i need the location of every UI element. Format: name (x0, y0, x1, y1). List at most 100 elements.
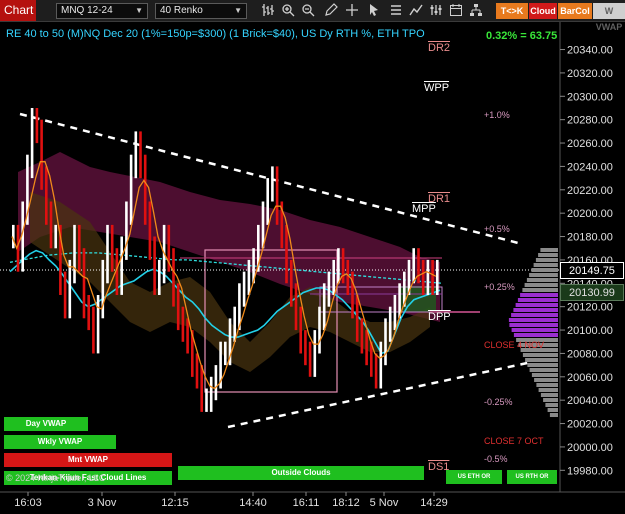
renko-brick (158, 259, 161, 295)
renko-brick (172, 248, 175, 307)
pct-level-plus-025: +0.25% (484, 282, 515, 292)
volume-profile (508, 248, 558, 417)
renko-brick (82, 248, 86, 319)
renko-brick (143, 154, 147, 225)
chart-title: RE 40 to 50 (M)NQ Dec 20 (1%=150p=$300) … (6, 28, 425, 40)
list-icon[interactable] (388, 3, 404, 19)
renko-brick (110, 224, 114, 272)
renko-brick (209, 376, 213, 412)
pct-level-minus-05: -0.5% (484, 454, 508, 464)
hierarchy-icon[interactable] (468, 3, 484, 19)
renko-brick (63, 271, 67, 319)
renko-brick (181, 306, 185, 342)
renko-brick (40, 119, 43, 190)
weekly-vwap-pill[interactable]: Wkly VWAP (4, 435, 116, 449)
renko-brick (346, 259, 350, 295)
renko-brick (337, 248, 340, 284)
renko-brick (96, 295, 100, 354)
tenkan-kijun-toggle-button[interactable]: T<>K (496, 3, 528, 19)
price-tick-label: 20260.00 (567, 138, 613, 150)
renko-brick (176, 283, 180, 331)
volume-profile-bar (531, 268, 558, 272)
properties-icon[interactable] (428, 3, 444, 19)
price-tick-label: 20240.00 (567, 161, 613, 173)
chart-tab-label[interactable]: Chart (0, 0, 36, 21)
renko-brick (54, 224, 57, 249)
renko-brick (125, 201, 128, 260)
secondary-price-tag: 20130.99 (560, 284, 624, 301)
calendar-icon[interactable] (448, 3, 464, 19)
volume-profile-bar (522, 288, 558, 292)
renko-brick (247, 259, 251, 295)
outside-clouds-pill[interactable]: Outside Clouds (178, 466, 424, 480)
price-tick-label: 20180.00 (567, 232, 613, 244)
volume-profile-bar (517, 298, 558, 302)
time-tick-label: 14:40 (239, 497, 267, 509)
renko-brick (384, 318, 387, 366)
volume-profile-bar (515, 303, 558, 307)
us-eth-or-pill[interactable]: US ETH OR (446, 470, 502, 484)
crosshair-icon[interactable] (344, 3, 360, 19)
pencil-icon[interactable] (323, 3, 339, 19)
volume-profile-bar (508, 318, 558, 322)
renko-brick (214, 365, 218, 401)
renko-brick (153, 236, 156, 295)
pointer-icon[interactable] (366, 3, 382, 19)
level-wpp: WPP (424, 82, 450, 94)
renko-brick (242, 271, 246, 307)
volume-profile-bar (509, 323, 558, 327)
volume-profile-bar (533, 263, 558, 267)
volume-profile-bar (524, 283, 558, 287)
renko-brick (426, 259, 430, 295)
volume-profile-bar (527, 363, 558, 367)
day-vwap-pill[interactable]: Day VWAP (4, 417, 88, 431)
last-price-tag: 20149.75 (560, 262, 624, 279)
draw-icon[interactable] (408, 3, 424, 19)
time-axis: 16:03 3 Nov 12:15 14:40 16:11 18:12 5 Nov 14:29 (14, 492, 448, 509)
chart-toolbar: Chart MNQ 12-24 ▼ 40 Renko ▼ T<>K Cloud … (0, 0, 625, 32)
renko-brick (365, 330, 368, 366)
renko-brick (78, 224, 81, 272)
price-tick-label: 20220.00 (567, 185, 613, 197)
renko-brick (92, 306, 95, 354)
renko-brick (374, 353, 378, 389)
pct-level-minus-025: -0.25% (484, 397, 513, 407)
renko-brick (186, 318, 189, 354)
volume-profile-bar (526, 278, 558, 282)
price-tick-label: 20100.00 (567, 325, 613, 337)
volume-profile-bar (545, 403, 558, 407)
time-tick-label: 16:03 (14, 497, 42, 509)
renko-brick (436, 259, 439, 295)
volume-profile-bar (538, 253, 558, 257)
renko-brick (360, 318, 364, 354)
renko-brick (322, 283, 326, 331)
close-7-oct-label: CLOSE 7 OCT (484, 436, 544, 446)
us-rth-or-pill[interactable]: US RTH OR (507, 470, 557, 484)
monthly-vwap-pill[interactable]: Mnt VWAP (4, 453, 172, 467)
renko-brick (45, 166, 48, 225)
volume-profile-bar (538, 388, 558, 392)
time-tick-label: 5 Nov (370, 497, 399, 509)
price-tick-label: 20060.00 (567, 372, 613, 384)
chart-window: Chart MNQ 12-24 ▼ 40 Renko ▼ T<>K Cloud … (0, 0, 625, 514)
pct-level-plus-1: +1.0% (484, 110, 510, 120)
chart-panel[interactable]: 20340.00 20320.00 20300.00 20280.00 20260.00… (0, 22, 625, 514)
weekly-vwap-toggle-button[interactable]: W VWAP (593, 3, 625, 32)
renko-brick (224, 341, 227, 366)
instrument-value: MNQ 12-24 (61, 5, 113, 16)
instrument-selector[interactable]: MNQ 12-24 ▼ (56, 3, 148, 19)
renko-brick (139, 131, 142, 179)
price-tick-label: 20340.00 (567, 45, 613, 57)
renko-brick (205, 388, 208, 412)
renko-brick (134, 131, 138, 179)
zoom-in-icon[interactable] (280, 3, 296, 19)
barcol-toggle-button[interactable]: BarCol (558, 3, 592, 19)
zoom-out-icon[interactable] (300, 3, 316, 19)
renko-brick (341, 248, 345, 284)
renko-brick (148, 201, 152, 260)
bars-icon[interactable] (260, 3, 276, 19)
cloud-toggle-button[interactable]: Cloud (529, 3, 557, 19)
renko-brick (308, 341, 312, 377)
price-tick-label: 20080.00 (567, 348, 613, 360)
bar-type-selector[interactable]: 40 Renko ▼ (155, 3, 247, 19)
